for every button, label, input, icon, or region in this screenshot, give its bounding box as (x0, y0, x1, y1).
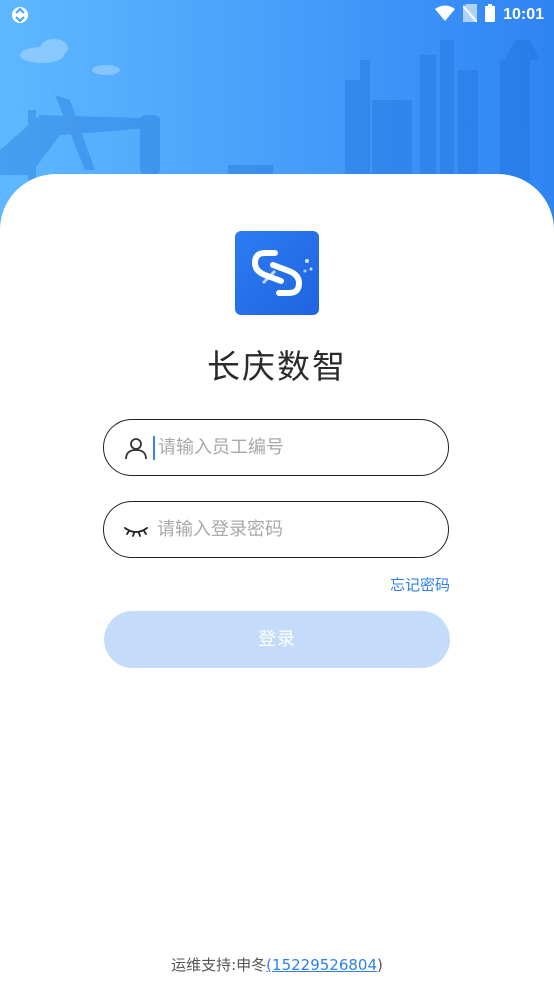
user-icon (123, 435, 149, 461)
forgot-password-link[interactable]: 忘记密码 (390, 574, 450, 595)
password-input[interactable] (155, 518, 419, 541)
employee-id-field[interactable] (103, 419, 449, 476)
support-footer: 运维支持:申冬(15229526804) (0, 954, 554, 975)
employee-id-input[interactable] (156, 436, 420, 459)
login-button[interactable]: 登录 (104, 611, 450, 668)
app-notification-icon (10, 5, 30, 25)
password-field[interactable] (103, 501, 449, 558)
wifi-icon (435, 5, 456, 25)
status-bar: 10:01 (0, 0, 554, 30)
eye-closed-icon[interactable] (123, 517, 149, 543)
support-phone-link[interactable]: (15229526804 (266, 956, 377, 974)
status-time: 10:01 (503, 6, 544, 23)
app-logo (235, 231, 319, 315)
battery-icon (485, 4, 496, 26)
phone-close-paren: ) (377, 956, 383, 974)
support-phone-number: 15229526804 (272, 956, 378, 974)
app-title: 长庆数智 (207, 347, 347, 386)
support-label: 运维支持:申冬 (171, 956, 267, 974)
text-cursor (153, 435, 155, 460)
no-sim-icon (462, 4, 478, 26)
